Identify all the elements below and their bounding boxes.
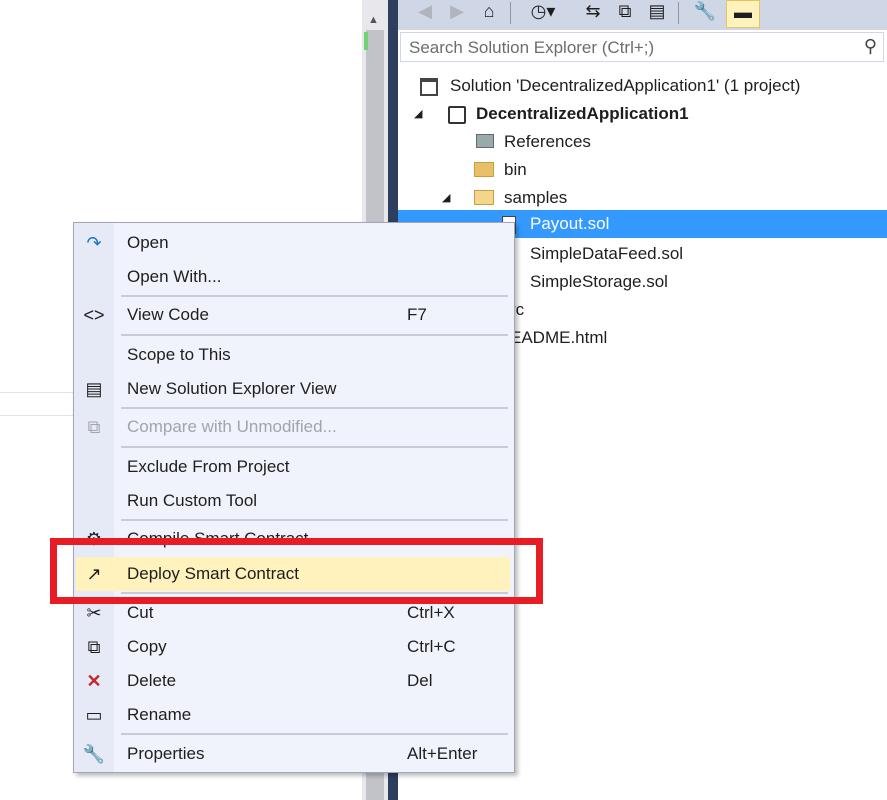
- show-all-files-icon[interactable]: ▤: [644, 0, 670, 26]
- menu-label: Open With...: [127, 267, 222, 286]
- tree-label: Payout.sol: [530, 214, 610, 233]
- tree-label: SimpleDataFeed.sol: [530, 244, 684, 263]
- folder-icon: [474, 162, 494, 177]
- menu-separator: [121, 295, 508, 297]
- menu-label: Exclude From Project: [127, 457, 290, 476]
- copy-icon: ⧉: [87, 637, 101, 657]
- history-icon[interactable]: ◷▾: [530, 0, 556, 26]
- menu-item-copy[interactable]: ⧉ Copy Ctrl+C: [74, 630, 514, 664]
- expanded-arrow-icon[interactable]: ◢: [442, 184, 450, 212]
- tree-label: DecentralizedApplication1: [476, 104, 689, 123]
- sync-icon[interactable]: ⇆: [580, 0, 606, 26]
- expanded-arrow-icon[interactable]: ◢: [414, 100, 422, 128]
- tree-label: References: [504, 132, 591, 151]
- solution-explorer-toolbar: ◀ ▶ ⌂ ◷▾ ⇆ ⧉ ▤ 🔧 ▬: [398, 0, 887, 30]
- menu-item-properties[interactable]: 🔧 Properties Alt+Enter: [74, 737, 514, 771]
- delete-icon: ✕: [86, 671, 102, 691]
- menu-shortcut: Del: [407, 671, 433, 690]
- menu-item-open-with[interactable]: Open With...: [74, 260, 514, 294]
- menu-label: View Code: [127, 305, 209, 324]
- tree-label: Solution 'DecentralizedApplication1' (1 …: [450, 76, 801, 95]
- project-icon: [448, 106, 466, 124]
- new-view-icon: ▤: [85, 379, 103, 399]
- change-marker: [364, 32, 368, 50]
- wrench-icon: 🔧: [82, 744, 106, 764]
- menu-item-new-solution-explorer-view[interactable]: ▤ New Solution Explorer View: [74, 372, 514, 406]
- menu-item-open[interactable]: ↷ Open: [74, 226, 514, 260]
- code-icon: <>: [83, 305, 105, 325]
- tree-item-solution[interactable]: Solution 'DecentralizedApplication1' (1 …: [398, 72, 887, 100]
- rename-icon: ▭: [85, 705, 103, 725]
- tree-item-bin[interactable]: bin: [398, 156, 887, 184]
- menu-label: Copy: [127, 637, 167, 656]
- references-icon: [476, 134, 494, 148]
- menu-label: Open: [127, 233, 169, 252]
- menu-item-exclude[interactable]: Exclude From Project: [74, 450, 514, 484]
- scroll-up-icon[interactable]: ▲: [368, 14, 379, 26]
- search-placeholder: Search Solution Explorer (Ctrl+;): [409, 38, 655, 57]
- menu-label: Compare with Unmodified...: [127, 417, 337, 436]
- folder-open-icon: [474, 190, 494, 205]
- properties-icon[interactable]: 🔧: [692, 0, 718, 26]
- search-icon[interactable]: ⚲: [864, 36, 877, 57]
- menu-item-delete[interactable]: ✕ Delete Del: [74, 664, 514, 698]
- solution-icon: [420, 78, 438, 96]
- back-icon[interactable]: ◀: [412, 0, 438, 26]
- menu-shortcut: Ctrl+C: [407, 637, 456, 656]
- forward-icon[interactable]: ▶: [444, 0, 470, 26]
- tree-label: samples: [504, 188, 568, 207]
- menu-separator: [121, 334, 508, 336]
- menu-label: New Solution Explorer View: [127, 379, 337, 398]
- tree-item-references[interactable]: References: [398, 128, 887, 156]
- menu-separator: [121, 446, 508, 448]
- menu-label: Rename: [127, 705, 192, 724]
- tree-label: SimpleStorage.sol: [530, 272, 668, 291]
- tree-item-samples[interactable]: ◢ samples: [398, 184, 887, 212]
- menu-item-run-custom-tool[interactable]: Run Custom Tool: [74, 484, 514, 518]
- tree-item-project[interactable]: ◢ DecentralizedApplication1: [398, 100, 887, 128]
- open-arrow-icon: ↷: [86, 233, 102, 253]
- menu-separator: [121, 733, 508, 735]
- menu-label: Properties: [127, 744, 205, 763]
- annotation-highlight-box: [50, 538, 543, 604]
- menu-label: Run Custom Tool: [127, 491, 258, 510]
- menu-separator: [121, 519, 508, 521]
- menu-shortcut: Alt+Enter: [407, 744, 478, 763]
- menu-item-rename[interactable]: ▭ Rename: [74, 698, 514, 732]
- search-input[interactable]: Search Solution Explorer (Ctrl+;) ⚲: [400, 32, 884, 62]
- preview-icon[interactable]: ▬: [726, 0, 760, 28]
- menu-label: Delete: [127, 671, 177, 690]
- menu-item-scope-to-this[interactable]: Scope to This: [74, 338, 514, 372]
- collapse-all-icon[interactable]: ⧉: [612, 0, 638, 26]
- menu-label: Scope to This: [127, 345, 231, 364]
- compare-icon: ⧉: [87, 417, 101, 437]
- menu-item-view-code[interactable]: <> View Code F7: [74, 298, 514, 332]
- home-icon[interactable]: ⌂: [476, 0, 502, 26]
- tree-label: EADME.html: [510, 328, 608, 347]
- toolbar-separator: [678, 2, 679, 24]
- menu-item-compare[interactable]: ⧉ Compare with Unmodified...: [74, 410, 514, 444]
- toolbar-separator: [510, 2, 511, 24]
- tree-label: bin: [504, 160, 527, 179]
- menu-shortcut: F7: [407, 305, 427, 324]
- menu-separator: [121, 407, 508, 409]
